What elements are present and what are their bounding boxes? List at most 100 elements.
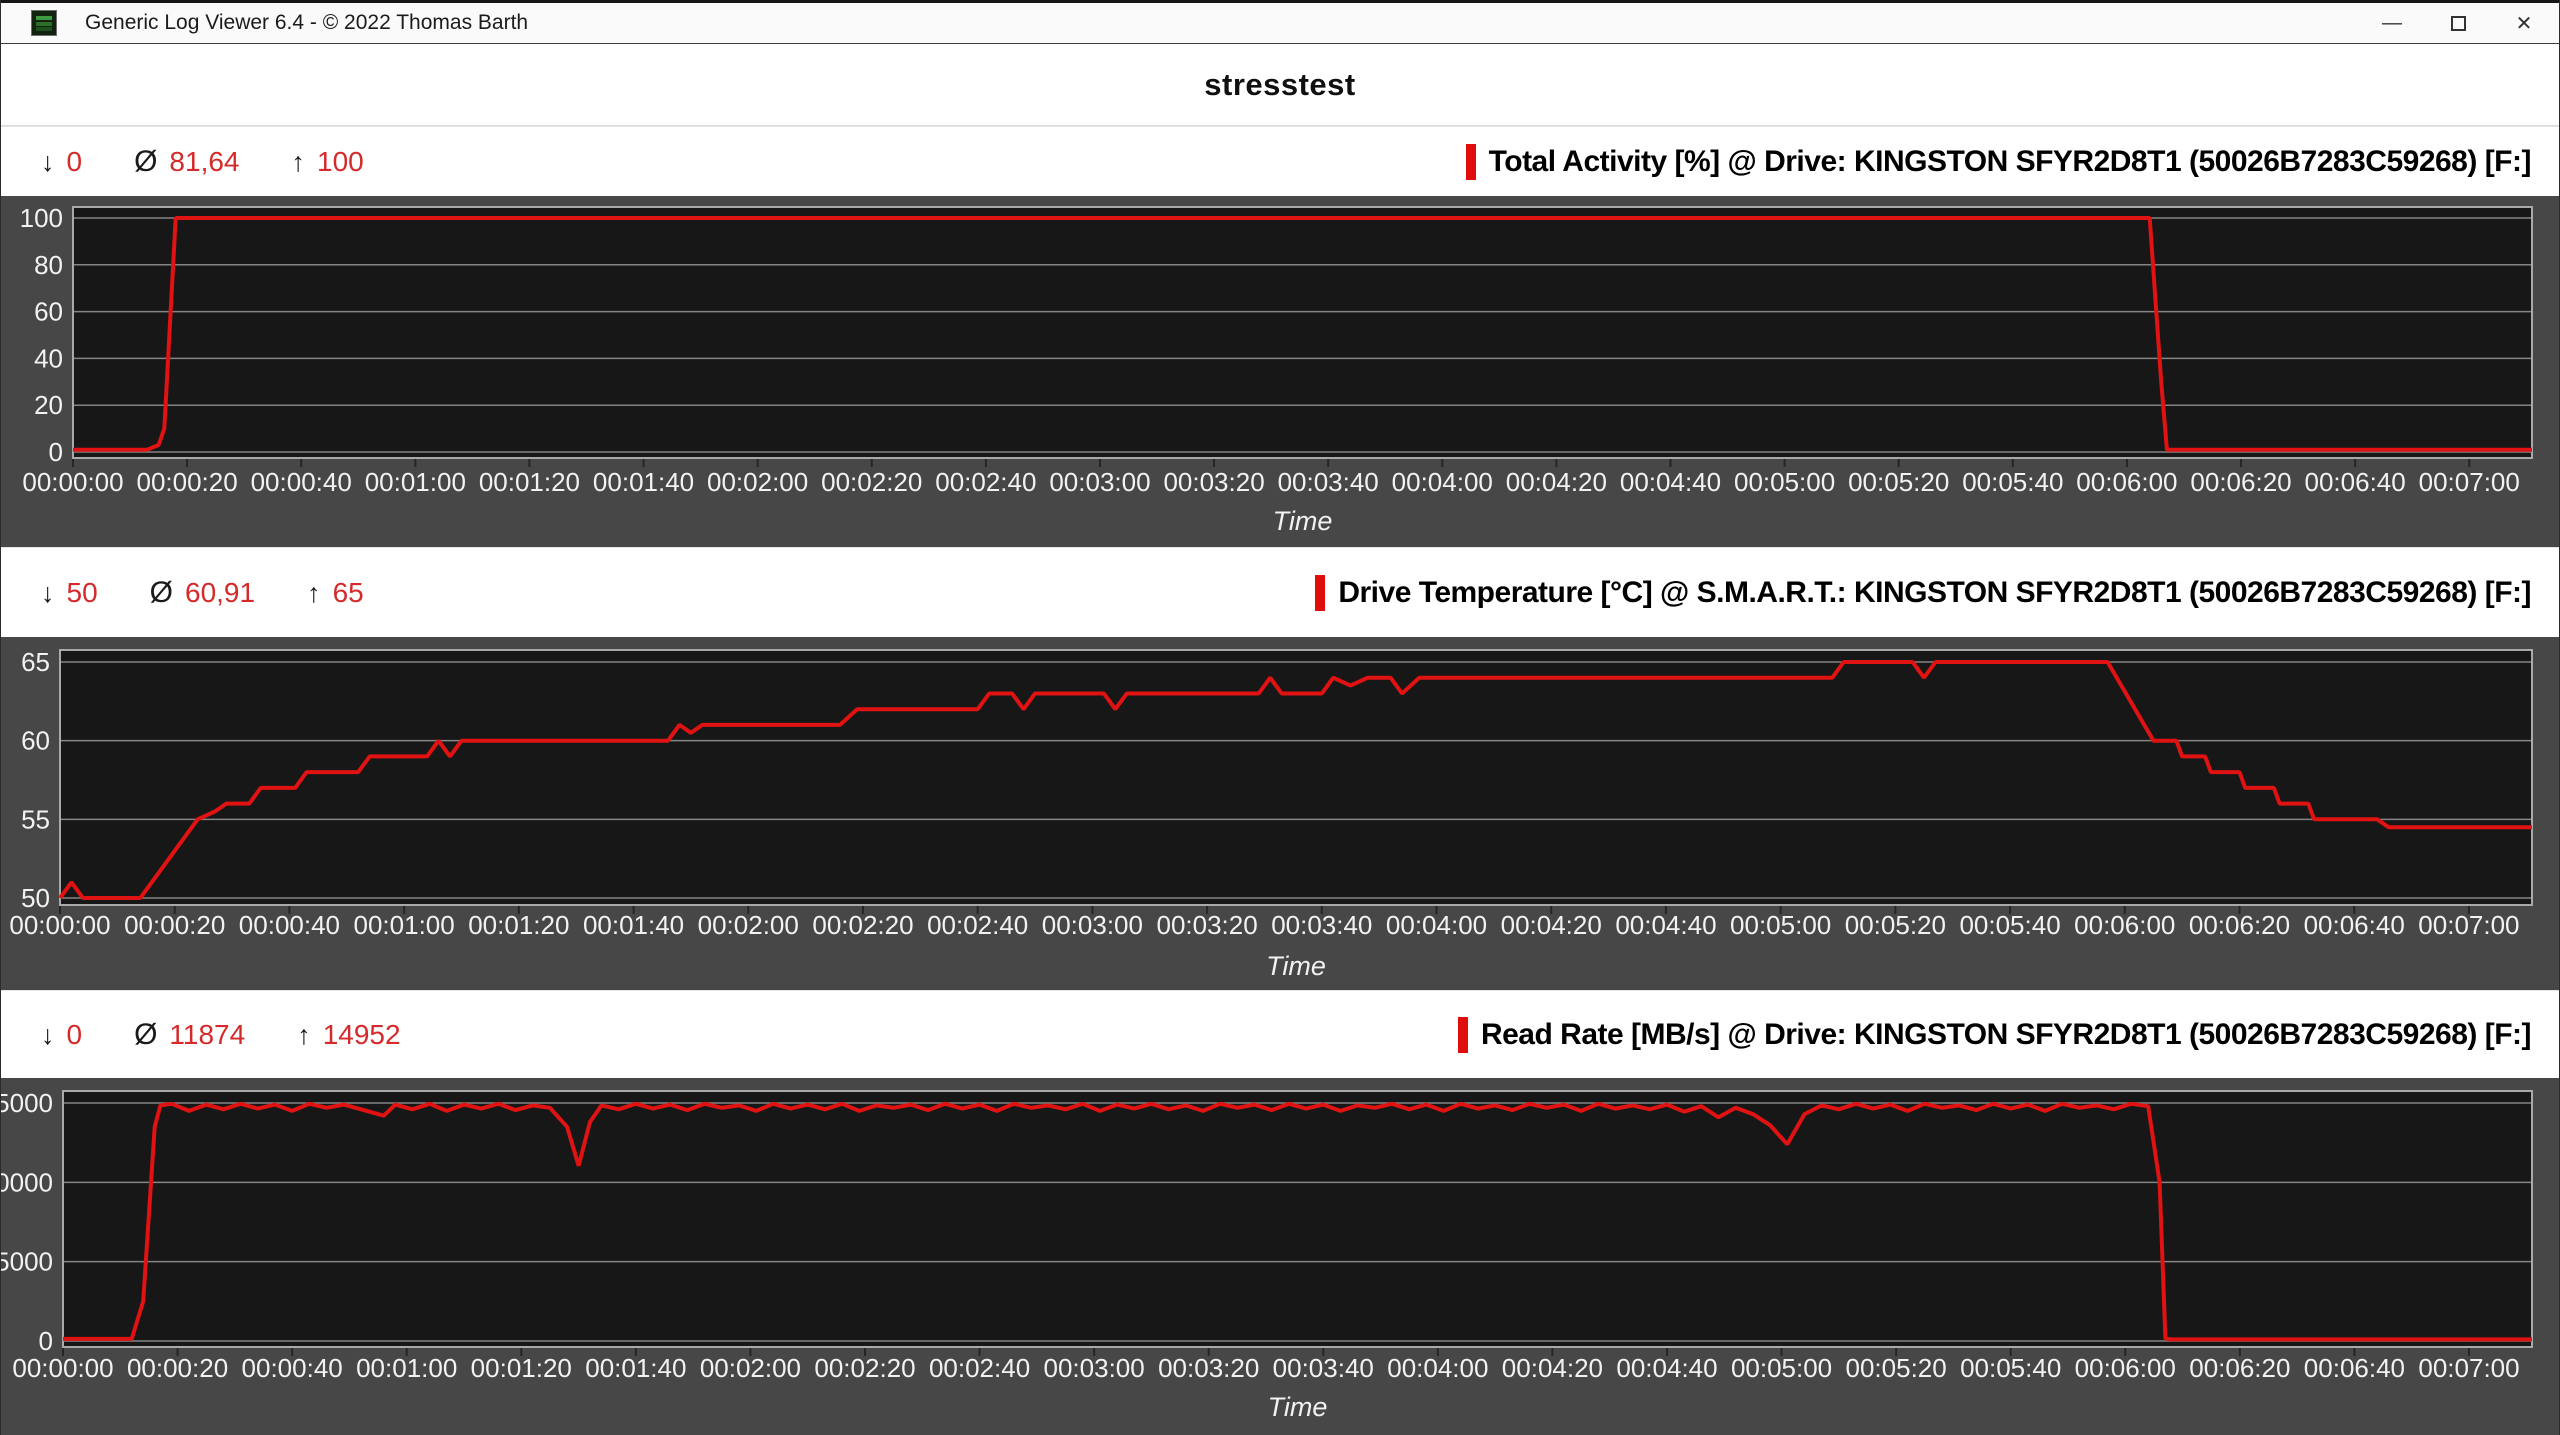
y-axis-tick-label: 60 [21,726,50,756]
x-axis-tick-label: 00:06:20 [2189,1353,2290,1383]
x-axis-tick-label: 00:04:00 [1387,1353,1488,1383]
x-axis-tick-label: 00:01:00 [365,467,466,497]
x-axis-tick-label: 00:02:40 [929,1353,1030,1383]
x-axis-tick-label: 00:03:40 [1273,1353,1374,1383]
average-icon: Ø [134,1018,157,1052]
chart-panel-drive-temperature[interactable]: 5055606500:00:0000:00:2000:00:4000:01:00… [1,637,2559,990]
stat-min: ↓ 0 [41,146,82,178]
chart-canvas: 05000100001500000:00:0000:00:2000:00:400… [1,1078,2560,1435]
x-axis-tick-label: 00:05:40 [1959,910,2060,940]
y-axis-tick-label: 20 [34,390,63,420]
x-axis-tick-label: 00:07:00 [2418,1353,2519,1383]
x-axis-title: Time [1266,951,1326,981]
minimize-icon: — [2382,12,2402,35]
x-axis-tick-label: 00:00:40 [242,1353,343,1383]
y-axis-tick-label: 80 [34,250,63,280]
stat-avg-value: 60,91 [185,577,255,609]
stat-min: ↓ 50 [41,577,98,609]
stat-avg-value: 11874 [169,1019,245,1051]
x-axis-tick-label: 00:01:00 [354,910,455,940]
x-axis-tick-label: 00:01:40 [583,910,684,940]
close-button[interactable]: ✕ [2491,3,2557,43]
app-window: Generic Log Viewer 6.4 - © 2022 Thomas B… [0,0,2560,1435]
stat-max: ↑ 14952 [297,1019,400,1051]
x-axis-tick-label: 00:04:40 [1615,910,1716,940]
stats-drive-temperature: ↓ 50 Ø 60,91 ↑ 65 [41,576,364,610]
window-title: Generic Log Viewer 6.4 - © 2022 Thomas B… [85,11,528,35]
x-axis-tick-label: 00:05:20 [1846,1353,1947,1383]
close-icon: ✕ [2516,11,2533,36]
legend-marker-icon [1458,1017,1468,1053]
max-arrow-icon: ↑ [297,1020,311,1051]
y-axis-tick-label: 40 [34,343,63,373]
max-arrow-icon: ↑ [307,578,321,609]
chart-title-text: Drive Temperature [°C] @ S.M.A.R.T.: KIN… [1338,576,2531,610]
x-axis-tick-label: 00:06:20 [2189,910,2290,940]
y-axis-tick-label: 55 [21,804,50,834]
x-axis-tick-label: 00:06:40 [2305,467,2406,497]
minimize-button[interactable]: — [2359,3,2425,43]
x-axis-tick-label: 00:05:20 [1845,910,1946,940]
min-arrow-icon: ↓ [41,147,55,178]
stat-max-value: 14952 [323,1019,401,1051]
page-heading-bar: stresstest [1,44,2559,126]
y-axis-tick-label: 100 [20,203,63,233]
x-axis-tick-label: 00:01:20 [468,910,569,940]
average-icon: Ø [150,576,173,610]
maximize-button[interactable] [2425,3,2491,43]
x-axis-tick-label: 00:05:40 [1960,1353,2061,1383]
x-axis-tick-label: 00:05:40 [1962,467,2063,497]
y-axis-tick-label: 65 [21,647,50,677]
chart-title-total-activity: Total Activity [%] @ Drive: KINGSTON SFY… [1466,144,2531,180]
stat-max: ↑ 100 [292,146,364,178]
x-axis-tick-label: 00:02:40 [927,910,1028,940]
chart-panel-read-rate[interactable]: 05000100001500000:00:0000:00:2000:00:400… [1,1078,2559,1435]
app-icon [31,10,57,36]
stat-avg: Ø 11874 [134,1018,245,1052]
stat-min: ↓ 0 [41,1019,82,1051]
x-axis-tick-label: 00:03:00 [1049,467,1150,497]
chart-title-drive-temperature: Drive Temperature [°C] @ S.M.A.R.T.: KIN… [1315,575,2531,611]
x-axis-tick-label: 00:05:00 [1730,910,1831,940]
y-axis-tick-label: 0 [39,1326,53,1356]
x-axis-title: Time [1268,1392,1328,1422]
x-axis-tick-label: 00:03:20 [1158,1353,1259,1383]
x-axis-tick-label: 00:00:40 [239,910,340,940]
x-axis-tick-label: 00:01:40 [585,1353,686,1383]
y-axis-tick-label: 10000 [1,1167,53,1197]
x-axis-tick-label: 00:00:00 [9,910,110,940]
x-axis-tick-label: 00:06:40 [2304,910,2405,940]
x-axis-tick-label: 00:06:00 [2076,467,2177,497]
chart-canvas: 5055606500:00:0000:00:2000:00:4000:01:00… [1,637,2560,990]
x-axis-tick-label: 00:02:00 [698,910,799,940]
min-arrow-icon: ↓ [41,1020,55,1051]
x-axis-tick-label: 00:01:20 [479,467,580,497]
window-titlebar: Generic Log Viewer 6.4 - © 2022 Thomas B… [1,0,2559,44]
chart-title-text: Total Activity [%] @ Drive: KINGSTON SFY… [1489,145,2531,179]
x-axis-tick-label: 00:02:40 [935,467,1036,497]
x-axis-tick-label: 00:02:20 [812,910,913,940]
x-axis-tick-label: 00:03:40 [1278,467,1379,497]
x-axis-tick-label: 00:03:20 [1163,467,1264,497]
x-axis-tick-label: 00:00:40 [251,467,352,497]
x-axis-tick-label: 00:06:20 [2190,467,2291,497]
x-axis-tick-label: 00:06:00 [2075,1353,2176,1383]
stat-avg-value: 81,64 [169,146,239,178]
x-axis-tick-label: 00:02:00 [700,1353,801,1383]
average-icon: Ø [134,145,157,179]
section-header-drive-temperature: ↓ 50 Ø 60,91 ↑ 65 Drive Temperature [°C]… [1,547,2559,637]
legend-marker-icon [1466,144,1476,180]
chart-canvas: 02040608010000:00:0000:00:2000:00:4000:0… [1,196,2560,547]
x-axis-tick-label: 00:04:00 [1386,910,1487,940]
chart-title-read-rate: Read Rate [MB/s] @ Drive: KINGSTON SFYR2… [1458,1017,2531,1053]
stat-max: ↑ 65 [307,577,364,609]
x-axis-tick-label: 00:07:00 [2418,910,2519,940]
chart-panel-total-activity[interactable]: 02040608010000:00:0000:00:2000:00:4000:0… [1,196,2559,547]
min-arrow-icon: ↓ [41,578,55,609]
stats-total-activity: ↓ 0 Ø 81,64 ↑ 100 [41,145,364,179]
plot-area[interactable] [60,650,2532,905]
x-axis-tick-label: 00:04:40 [1616,1353,1717,1383]
chart-title-text: Read Rate [MB/s] @ Drive: KINGSTON SFYR2… [1481,1018,2531,1052]
x-axis-tick-label: 00:05:20 [1848,467,1949,497]
x-axis-tick-label: 00:04:00 [1392,467,1493,497]
